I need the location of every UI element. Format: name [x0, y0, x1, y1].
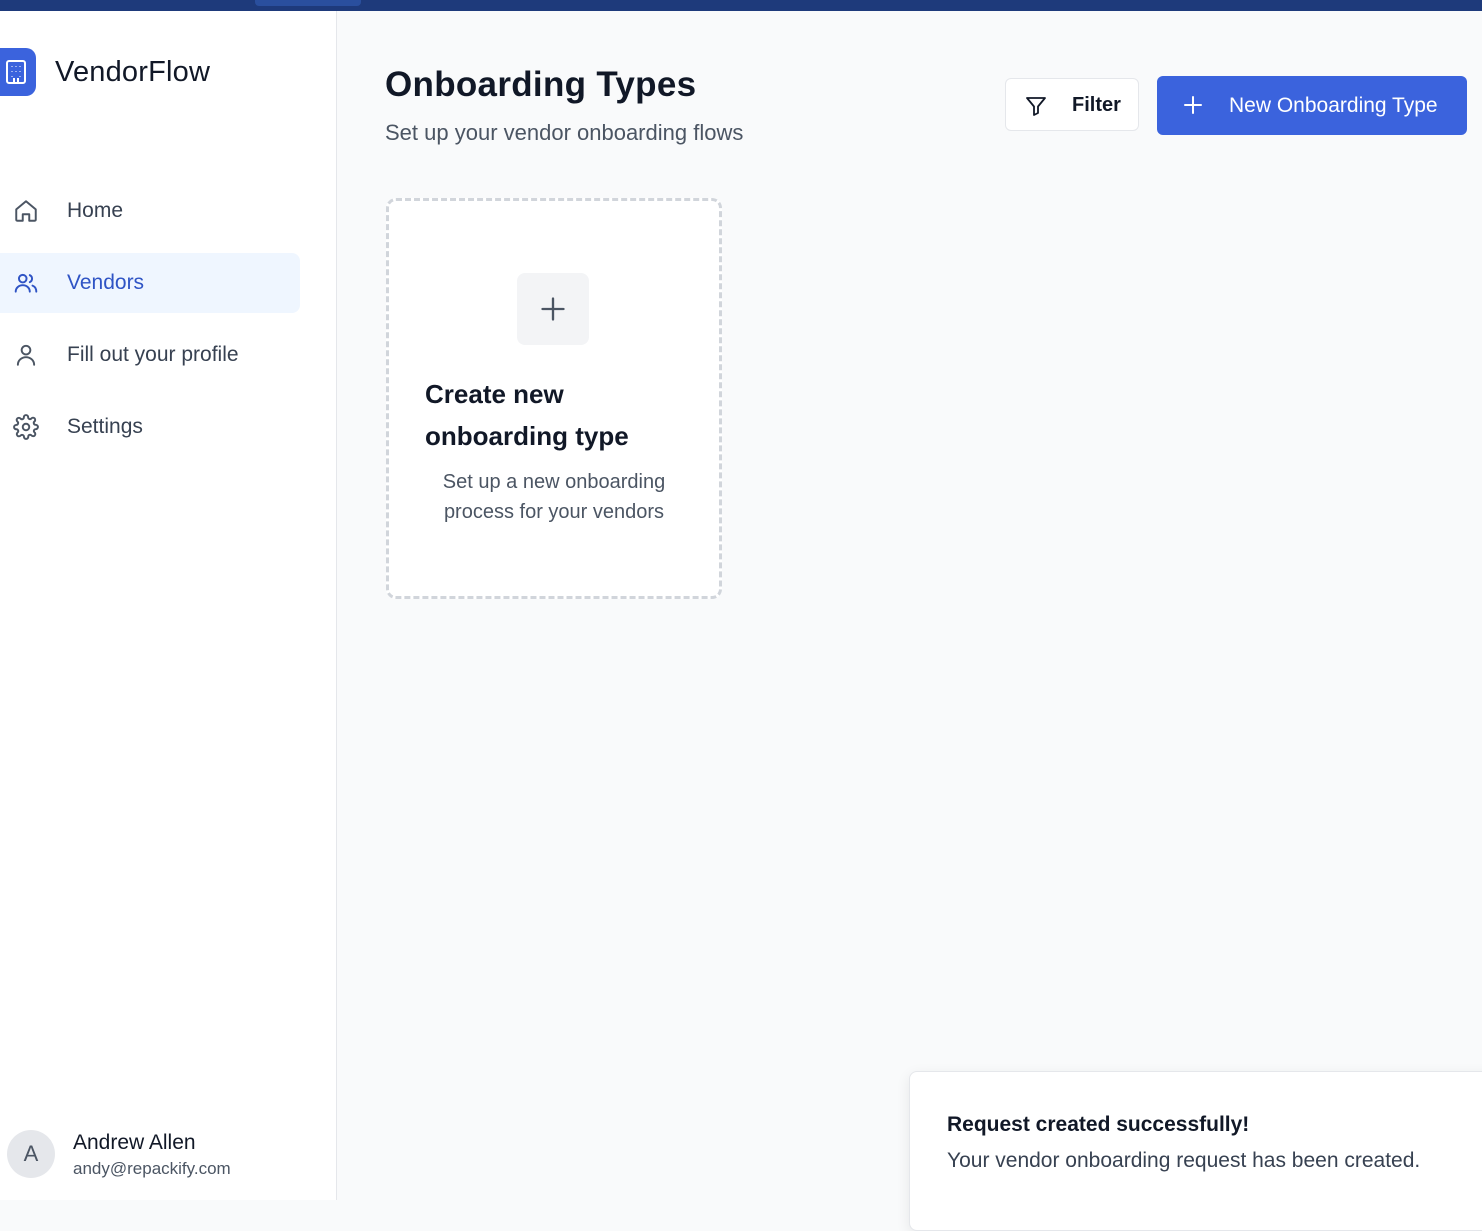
page-subtitle: Set up your vendor onboarding flows — [385, 120, 744, 145]
building-icon — [0, 48, 36, 96]
home-icon — [13, 198, 39, 224]
sidebar-nav: Home Vendors Fill out your profile Setti… — [0, 181, 300, 469]
sidebar-item-label: Settings — [67, 415, 143, 438]
sidebar-item-label: Home — [67, 199, 124, 222]
toast-title: Request created successfully! — [947, 1113, 1250, 1136]
sidebar-item-vendors[interactable]: Vendors — [0, 253, 300, 313]
new-onboarding-type-button[interactable]: New Onboarding Type — [1157, 76, 1467, 135]
card-title: Create new onboarding type — [425, 379, 629, 451]
user-icon — [13, 342, 39, 368]
success-toast: Request created successfully! Your vendo… — [909, 1071, 1482, 1231]
new-onboarding-type-label: New Onboarding Type — [1229, 94, 1438, 117]
user-name: Andrew Allen — [73, 1131, 196, 1154]
filter-button[interactable]: Filter — [1005, 78, 1139, 131]
users-icon — [13, 270, 39, 296]
plus-icon — [1181, 93, 1205, 117]
sidebar: VendorFlow Home Vendors Fill out your pr… — [0, 11, 337, 1200]
sidebar-item-label: Vendors — [67, 271, 145, 294]
gear-icon — [13, 414, 39, 440]
browser-top-bar — [0, 0, 1482, 11]
user-email: andy@repackify.com — [73, 1159, 231, 1178]
card-description: Set up a new onboarding process for your… — [442, 471, 666, 523]
sidebar-item-settings[interactable]: Settings — [0, 397, 300, 457]
sidebar-item-home[interactable]: Home — [0, 181, 300, 241]
app-name: VendorFlow — [55, 56, 211, 88]
plus-icon — [517, 273, 589, 345]
toast-message: Your vendor onboarding request has been … — [947, 1149, 1421, 1172]
create-onboarding-type-card[interactable]: Create new onboarding type Set up a new … — [386, 198, 722, 599]
page-title: Onboarding Types — [385, 65, 697, 104]
filter-icon — [1024, 94, 1048, 118]
sidebar-item-label: Fill out your profile — [67, 343, 239, 366]
browser-tab[interactable] — [255, 0, 361, 6]
avatar: A — [7, 1130, 55, 1178]
filter-label: Filter — [1072, 94, 1121, 116]
sidebar-item-profile[interactable]: Fill out your profile — [0, 325, 300, 385]
